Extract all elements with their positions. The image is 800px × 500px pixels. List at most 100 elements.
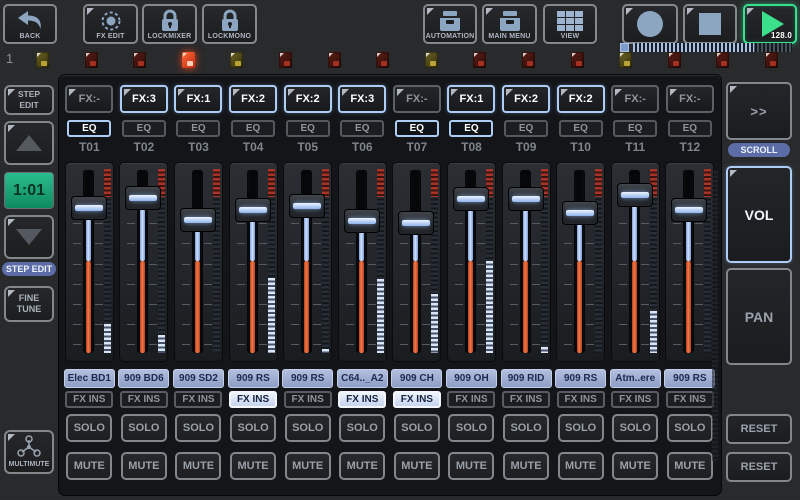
track-solo-button[interactable]: SOLO xyxy=(121,414,167,442)
track-sample-button[interactable]: 909 SD2 xyxy=(173,369,224,388)
track-eq-button[interactable]: EQ xyxy=(340,120,384,137)
record-button[interactable] xyxy=(622,4,678,44)
track-fader[interactable] xyxy=(392,162,441,362)
track-mute-button[interactable]: MUTE xyxy=(612,452,658,480)
track-fx-button[interactable]: FX:- xyxy=(393,85,441,113)
track-fx-button[interactable]: FX:- xyxy=(666,85,714,113)
fader-handle[interactable] xyxy=(344,209,380,233)
track-fx-insert-button[interactable]: FX INS xyxy=(65,391,113,408)
track-mute-button[interactable]: MUTE xyxy=(339,452,385,480)
track-eq-button[interactable]: EQ xyxy=(449,120,493,137)
track-fader[interactable] xyxy=(556,162,605,362)
fader-handle[interactable] xyxy=(125,186,161,210)
main-menu-button[interactable]: MAIN MENU xyxy=(482,4,537,44)
track-fader[interactable] xyxy=(338,162,387,362)
track-mute-button[interactable]: MUTE xyxy=(667,452,713,480)
track-solo-button[interactable]: SOLO xyxy=(175,414,221,442)
fader-handle[interactable] xyxy=(235,198,271,222)
play-button[interactable]: 128.0 xyxy=(743,4,797,44)
track-fx-button[interactable]: FX:2 xyxy=(229,85,277,113)
step-pad-3[interactable] xyxy=(133,52,146,68)
track-solo-button[interactable]: SOLO xyxy=(558,414,604,442)
reset-mute-button[interactable]: RESET xyxy=(726,452,792,482)
track-sample-button[interactable]: 909 CH xyxy=(391,369,442,388)
track-fader[interactable] xyxy=(65,162,114,362)
step-pad-10[interactable] xyxy=(473,52,486,68)
track-fader[interactable] xyxy=(447,162,496,362)
step-edit-button[interactable]: STEP EDIT xyxy=(4,85,54,115)
step-pad-4[interactable] xyxy=(182,52,195,68)
track-solo-button[interactable]: SOLO xyxy=(285,414,331,442)
step-pad-1[interactable] xyxy=(36,52,49,68)
track-sample-button[interactable]: 909 BD6 xyxy=(118,369,169,388)
track-mute-button[interactable]: MUTE xyxy=(503,452,549,480)
fx-edit-button[interactable]: FX EDIT xyxy=(83,4,138,44)
track-sample-button[interactable]: 909 OH xyxy=(446,369,497,388)
step-pad-14[interactable] xyxy=(668,52,681,68)
fader-handle[interactable] xyxy=(617,183,653,207)
track-fx-insert-button[interactable]: FX INS xyxy=(229,391,277,408)
track-eq-button[interactable]: EQ xyxy=(176,120,220,137)
multimute-button[interactable]: MULTIMUTE xyxy=(4,430,54,474)
track-fader[interactable] xyxy=(283,162,332,362)
track-solo-button[interactable]: SOLO xyxy=(612,414,658,442)
track-sample-button[interactable]: C64.._A2 xyxy=(337,369,388,388)
track-fx-button[interactable]: FX:3 xyxy=(338,85,386,113)
track-sample-button[interactable]: 909 RID xyxy=(501,369,552,388)
step-pad-6[interactable] xyxy=(279,52,292,68)
track-fader[interactable] xyxy=(174,162,223,362)
track-solo-button[interactable]: SOLO xyxy=(667,414,713,442)
track-eq-button[interactable]: EQ xyxy=(504,120,548,137)
track-solo-button[interactable]: SOLO xyxy=(339,414,385,442)
track-solo-button[interactable]: SOLO xyxy=(394,414,440,442)
track-eq-button[interactable]: EQ xyxy=(395,120,439,137)
track-fader[interactable] xyxy=(611,162,660,362)
step-pad-2[interactable] xyxy=(85,52,98,68)
view-button[interactable]: VIEW xyxy=(543,4,597,44)
track-fader[interactable] xyxy=(119,162,168,362)
track-solo-button[interactable]: SOLO xyxy=(448,414,494,442)
track-eq-button[interactable]: EQ xyxy=(122,120,166,137)
track-solo-button[interactable]: SOLO xyxy=(66,414,112,442)
track-fx-insert-button[interactable]: FX INS xyxy=(502,391,550,408)
track-sample-button[interactable]: 909 RS xyxy=(282,369,333,388)
track-eq-button[interactable]: EQ xyxy=(613,120,657,137)
track-mute-button[interactable]: MUTE xyxy=(175,452,221,480)
step-pad-7[interactable] xyxy=(328,52,341,68)
track-fx-insert-button[interactable]: FX INS xyxy=(393,391,441,408)
track-fx-insert-button[interactable]: FX INS xyxy=(338,391,386,408)
pan-mode-button[interactable]: PAN xyxy=(726,268,792,365)
track-fader[interactable] xyxy=(502,162,551,362)
track-fx-button[interactable]: FX:- xyxy=(611,85,659,113)
fader-handle[interactable] xyxy=(453,187,489,211)
track-mute-button[interactable]: MUTE xyxy=(448,452,494,480)
track-fx-button[interactable]: FX:3 xyxy=(120,85,168,113)
track-fx-insert-button[interactable]: FX INS xyxy=(666,391,714,408)
track-sample-button[interactable]: 909 RS xyxy=(555,369,606,388)
track-sample-button[interactable]: Atm..ere xyxy=(610,369,661,388)
step-down-button[interactable] xyxy=(4,215,54,259)
vol-mode-button[interactable]: VOL xyxy=(726,166,792,263)
track-fx-button[interactable]: FX:1 xyxy=(174,85,222,113)
track-fx-insert-button[interactable]: FX INS xyxy=(557,391,605,408)
lock-mono-button[interactable]: LOCKMONO xyxy=(202,4,257,44)
track-mute-button[interactable]: MUTE xyxy=(285,452,331,480)
track-fader[interactable] xyxy=(665,162,714,362)
step-pad-12[interactable] xyxy=(571,52,584,68)
track-fader[interactable] xyxy=(229,162,278,362)
track-solo-button[interactable]: SOLO xyxy=(503,414,549,442)
track-fx-insert-button[interactable]: FX INS xyxy=(447,391,495,408)
step-pad-15[interactable] xyxy=(716,52,729,68)
track-fx-insert-button[interactable]: FX INS xyxy=(611,391,659,408)
step-pad-13[interactable] xyxy=(619,52,632,68)
reset-solo-button[interactable]: RESET xyxy=(726,414,792,444)
step-pad-8[interactable] xyxy=(376,52,389,68)
track-sample-button[interactable]: 909 RS xyxy=(664,369,715,388)
step-pad-5[interactable] xyxy=(230,52,243,68)
step-up-button[interactable] xyxy=(4,121,54,165)
step-pad-9[interactable] xyxy=(425,52,438,68)
fader-handle[interactable] xyxy=(398,211,434,235)
stop-button[interactable] xyxy=(683,4,737,44)
fader-handle[interactable] xyxy=(562,201,598,225)
fader-handle[interactable] xyxy=(71,196,107,220)
